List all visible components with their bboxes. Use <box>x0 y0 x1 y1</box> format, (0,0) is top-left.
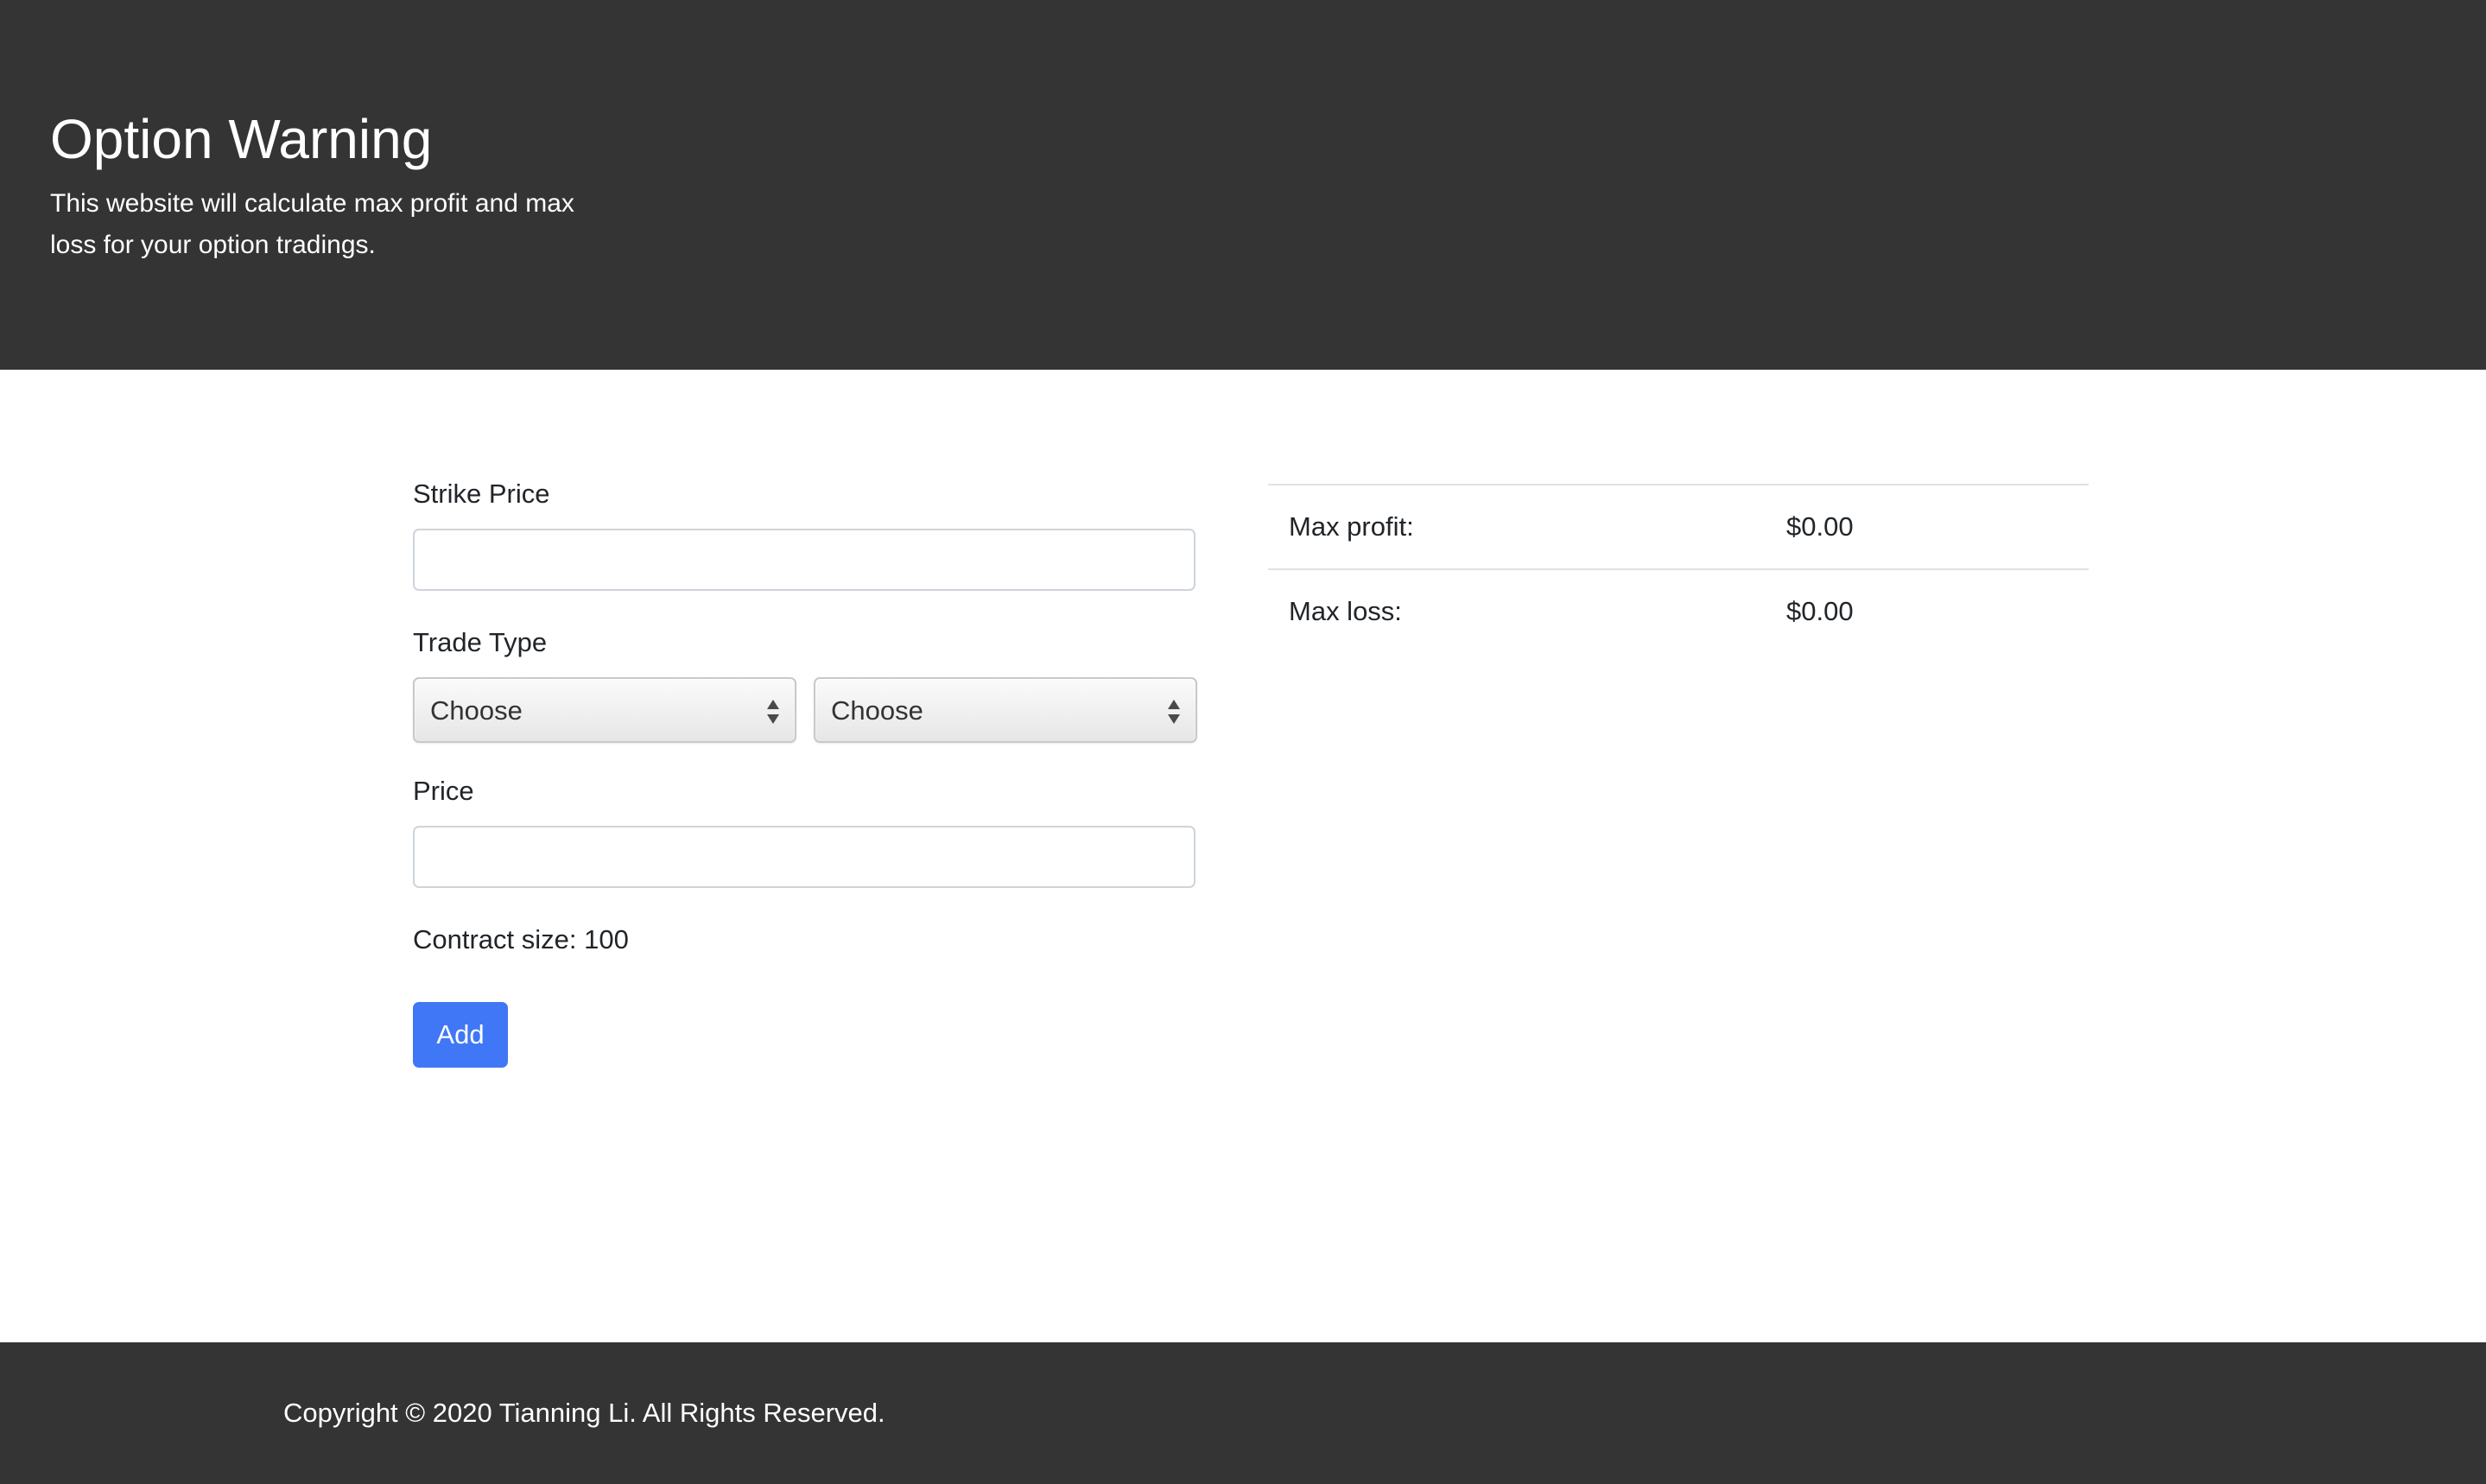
max-loss-label: Max loss: <box>1268 568 1766 653</box>
chevron-updown-icon <box>767 700 779 724</box>
results-table: Max profit: $0.00 Max loss: $0.00 <box>1268 484 2089 653</box>
page-footer: Copyright © 2020 Tianning Li. All Rights… <box>0 1342 2486 1484</box>
copyright-text: Copyright © 2020 Tianning Li. All Rights… <box>283 1398 885 1428</box>
max-loss-value: $0.00 <box>1766 568 2089 653</box>
max-loss-row: Max loss: $0.00 <box>1268 568 2089 653</box>
strike-price-label: Strike Price <box>413 479 550 509</box>
trade-type-label: Trade Type <box>413 627 548 657</box>
trade-type-select-2-value: Choose <box>831 695 923 726</box>
strike-price-input[interactable] <box>413 529 1195 591</box>
price-label: Price <box>413 776 474 806</box>
add-button[interactable]: Add <box>413 1002 508 1068</box>
page-description: This website will calculate max profit a… <box>50 189 574 259</box>
chevron-updown-icon <box>1168 700 1180 724</box>
trade-type-select-1-value: Choose <box>430 695 523 726</box>
max-profit-row: Max profit: $0.00 <box>1268 484 2089 569</box>
trade-type-select-1[interactable]: Choose <box>413 677 796 743</box>
max-profit-label: Max profit: <box>1268 484 1766 569</box>
page-header: Option Warning This website will calcula… <box>0 0 2486 370</box>
max-profit-value: $0.00 <box>1766 484 2089 569</box>
page-title: Option Warning <box>50 108 433 170</box>
price-input[interactable] <box>413 826 1195 888</box>
contract-size-text: Contract size: 100 <box>413 924 629 954</box>
trade-type-select-2[interactable]: Choose <box>814 677 1197 743</box>
